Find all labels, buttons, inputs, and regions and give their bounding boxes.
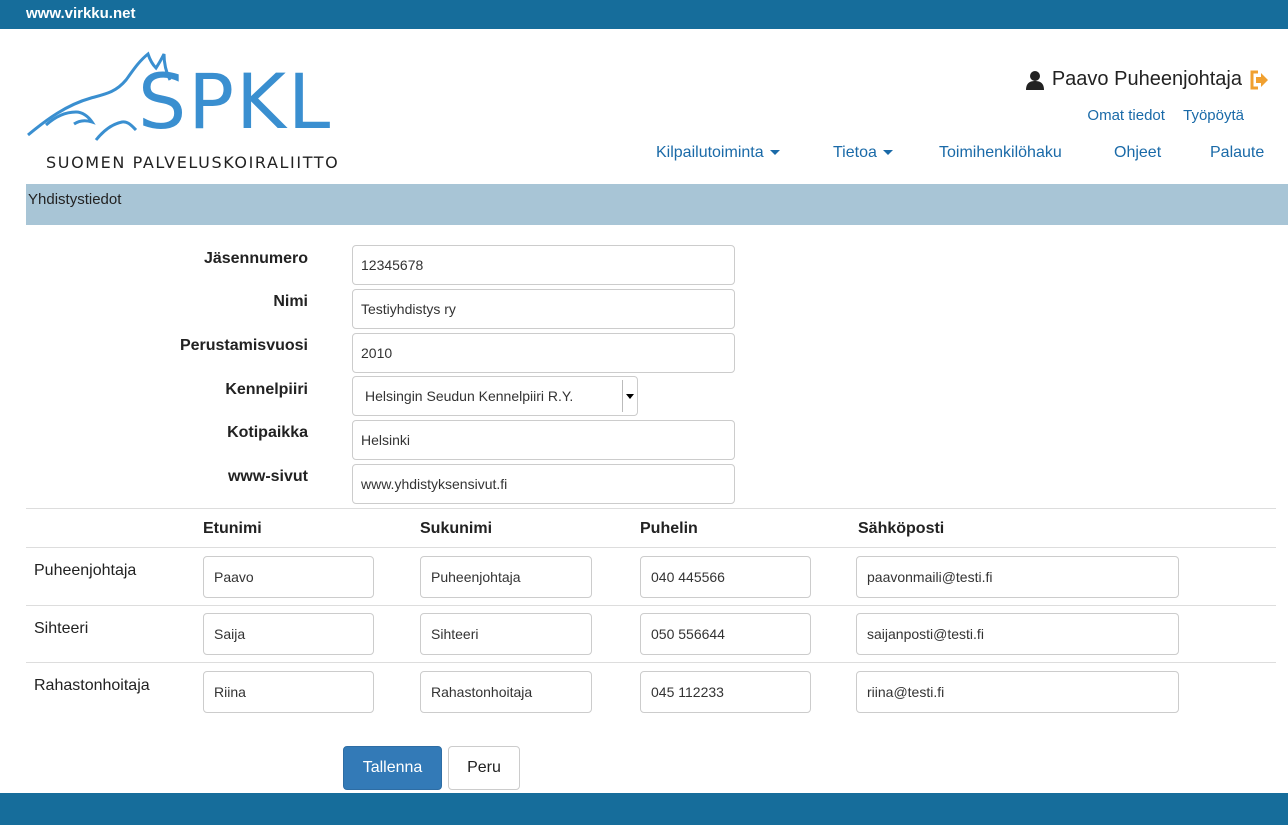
user-name[interactable]: Paavo Puheenjohtaja xyxy=(1052,68,1242,91)
user-menu: Paavo Puheenjohtaja xyxy=(1024,68,1270,91)
divider xyxy=(26,662,1276,663)
top-bar: www.virkku.net xyxy=(0,0,1288,29)
label-website: www-sivut xyxy=(227,468,308,485)
site-link[interactable]: www.virkku.net xyxy=(26,5,135,22)
col-header-email: Sähköposti xyxy=(858,520,945,537)
logo-wordmark: SPKL xyxy=(138,57,333,146)
treasurer-first-name-field[interactable] xyxy=(203,671,374,713)
user-icon xyxy=(1025,70,1044,90)
chairman-first-name-field[interactable] xyxy=(203,556,374,598)
save-button[interactable]: Tallenna xyxy=(343,746,442,790)
nav-toimihenkilohaku[interactable]: Toimihenkilöhaku xyxy=(939,144,1062,162)
nav-tietoa[interactable]: Tietoa xyxy=(833,144,893,162)
label-founded: Perustamisvuosi xyxy=(179,337,308,354)
treasurer-phone-field[interactable] xyxy=(640,671,811,713)
role-treasurer: Rahastonhoitaja xyxy=(34,677,150,694)
secretary-phone-field[interactable] xyxy=(640,613,811,655)
home-town-field[interactable] xyxy=(352,420,735,460)
caret-down-icon xyxy=(769,150,780,156)
treasurer-email-field[interactable] xyxy=(856,671,1179,713)
member-number-field[interactable] xyxy=(352,245,735,285)
label-name: Nimi xyxy=(273,293,308,310)
label-member-number: Jäsennumero xyxy=(203,250,308,267)
divider xyxy=(26,547,1276,548)
secretary-first-name-field[interactable] xyxy=(203,613,374,655)
nav-palaute[interactable]: Palaute xyxy=(1210,144,1264,162)
section-header: Yhdistystiedot xyxy=(26,184,1288,225)
chairman-email-field[interactable] xyxy=(856,556,1179,598)
label-kennel-district: Kennelpiiri xyxy=(225,381,308,398)
treasurer-last-name-field[interactable] xyxy=(420,671,592,713)
logo-subtitle: SUOMEN PALVELUSKOIRALIITTO xyxy=(46,153,340,172)
divider xyxy=(26,605,1276,606)
kennel-district-value: Helsingin Seudun Kennelpiiri R.Y. xyxy=(365,388,574,404)
chairman-last-name-field[interactable] xyxy=(420,556,592,598)
my-info-link[interactable]: Omat tiedot xyxy=(1087,107,1165,124)
spkl-logo[interactable]: SPKL SUOMEN PALVELUSKOIRALIITTO xyxy=(26,50,346,178)
name-field[interactable] xyxy=(352,289,735,329)
website-field[interactable] xyxy=(352,464,735,504)
role-chairman: Puheenjohtaja xyxy=(34,562,137,579)
chairman-phone-field[interactable] xyxy=(640,556,811,598)
role-secretary: Sihteeri xyxy=(34,620,89,637)
nav-ohjeet[interactable]: Ohjeet xyxy=(1114,144,1161,162)
user-links: Omat tiedot Työpöytä xyxy=(1073,107,1244,124)
dashboard-link[interactable]: Työpöytä xyxy=(1183,107,1244,124)
label-home-town: Kotipaikka xyxy=(227,424,308,441)
footer-bar xyxy=(0,793,1288,825)
caret-down-icon xyxy=(882,150,893,156)
kennel-district-select[interactable]: Helsingin Seudun Kennelpiiri R.Y. xyxy=(352,376,638,416)
secretary-last-name-field[interactable] xyxy=(420,613,592,655)
logout-icon[interactable] xyxy=(1248,69,1270,91)
col-header-last-name: Sukunimi xyxy=(420,520,493,537)
nav-kilpailutoiminta[interactable]: Kilpailutoiminta xyxy=(656,144,780,162)
secretary-email-field[interactable] xyxy=(856,613,1179,655)
cancel-button[interactable]: Peru xyxy=(448,746,520,790)
col-header-first-name: Etunimi xyxy=(203,520,262,537)
section-title: Yhdistystiedot xyxy=(28,191,122,208)
caret-down-icon xyxy=(622,380,637,412)
divider xyxy=(26,508,1276,509)
col-header-phone: Puhelin xyxy=(640,520,698,537)
founded-year-field[interactable] xyxy=(352,333,735,373)
